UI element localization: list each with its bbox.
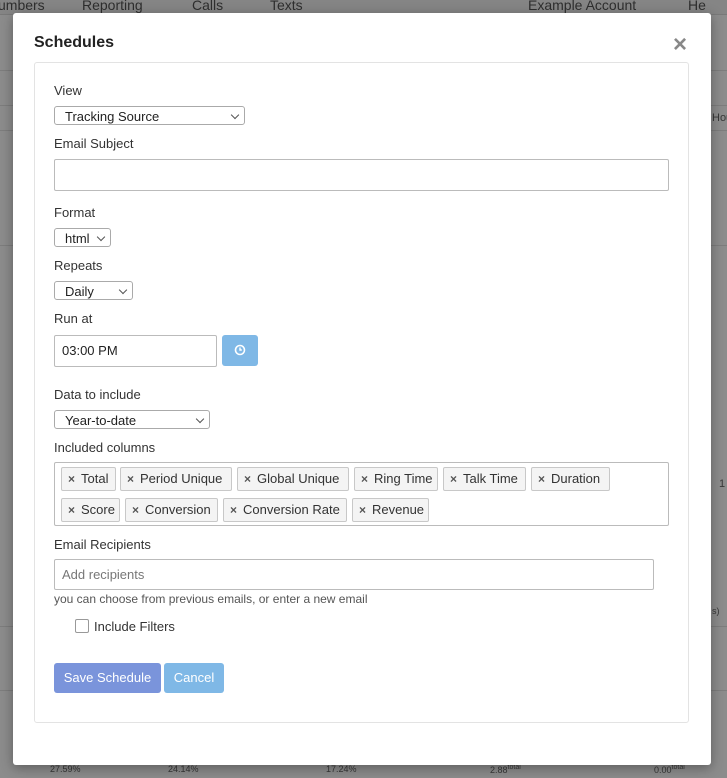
tag-label: Total xyxy=(81,471,109,486)
remove-tag-icon[interactable]: × xyxy=(68,468,75,490)
tag-label: Revenue xyxy=(372,502,425,517)
include-filters-checkbox[interactable] xyxy=(75,619,89,633)
column-tag-ring-time: × Ring Time xyxy=(354,467,438,491)
tag-label: Global Unique xyxy=(257,471,340,486)
tag-label: Conversion Rate xyxy=(243,502,340,517)
chevron-down-icon xyxy=(195,414,205,424)
tag-label: Duration xyxy=(551,471,601,486)
repeats-select-value: Daily xyxy=(65,284,94,299)
email-recipients-placeholder: Add recipients xyxy=(62,567,145,582)
remove-tag-icon[interactable]: × xyxy=(244,468,251,490)
column-tag-conversion-rate: × Conversion Rate xyxy=(223,498,347,522)
run-at-label: Run at xyxy=(54,311,93,326)
remove-tag-icon[interactable]: × xyxy=(127,468,134,490)
modal-title: Schedules xyxy=(34,34,115,51)
column-tag-period-unique: × Period Unique xyxy=(120,467,232,491)
tag-label: Score xyxy=(81,502,115,517)
clock-icon xyxy=(234,344,246,356)
data-to-include-label: Data to include xyxy=(54,387,141,402)
remove-tag-icon[interactable]: × xyxy=(230,499,237,521)
column-tag-conversion: × Conversion xyxy=(125,498,218,522)
format-label: Format xyxy=(54,205,96,220)
column-tag-duration: × Duration xyxy=(531,467,610,491)
included-columns-label: Included columns xyxy=(54,440,156,455)
tag-label: Talk Time xyxy=(463,471,518,486)
column-tag-global-unique: × Global Unique xyxy=(237,467,349,491)
remove-tag-icon[interactable]: × xyxy=(361,468,368,490)
view-select[interactable]: Tracking Source xyxy=(54,106,245,125)
time-picker-button[interactable] xyxy=(222,335,258,366)
tag-label: Period Unique xyxy=(140,471,223,486)
chevron-down-icon xyxy=(118,285,128,295)
email-recipients-label: Email Recipients xyxy=(54,537,151,552)
remove-tag-icon[interactable]: × xyxy=(450,468,457,490)
column-tag-score: × Score xyxy=(61,498,120,522)
email-subject-input[interactable] xyxy=(54,159,669,191)
view-select-value: Tracking Source xyxy=(65,109,160,124)
column-tag-total: × Total xyxy=(61,467,116,491)
cancel-button[interactable]: Cancel xyxy=(164,663,224,693)
format-select[interactable]: html xyxy=(54,228,111,247)
data-to-include-value: Year-to-date xyxy=(65,413,137,428)
email-recipients-input[interactable]: Add recipients xyxy=(54,559,654,590)
tag-label: Ring Time xyxy=(374,471,433,486)
remove-tag-icon[interactable]: × xyxy=(132,499,139,521)
remove-tag-icon[interactable]: × xyxy=(68,499,75,521)
chevron-down-icon xyxy=(230,110,240,120)
run-at-value: 03:00 PM xyxy=(62,343,118,358)
column-tag-revenue: × Revenue xyxy=(352,498,429,522)
run-at-input[interactable]: 03:00 PM xyxy=(54,335,217,367)
repeats-select[interactable]: Daily xyxy=(54,281,133,300)
repeats-label: Repeats xyxy=(54,258,103,273)
remove-tag-icon[interactable]: × xyxy=(359,499,366,521)
column-tag-talk-time: × Talk Time xyxy=(443,467,526,491)
format-select-value: html xyxy=(65,231,90,246)
include-filters-label[interactable]: Include Filters xyxy=(94,619,175,634)
schedules-modal: Schedules × View Tracking Source Email S… xyxy=(13,13,711,765)
chevron-down-icon xyxy=(96,232,106,242)
email-recipients-help: you can choose from previous emails, or … xyxy=(54,592,368,606)
save-schedule-button[interactable]: Save Schedule xyxy=(54,663,161,693)
data-to-include-select[interactable]: Year-to-date xyxy=(54,410,210,429)
view-label: View xyxy=(54,83,82,98)
close-button[interactable]: × xyxy=(669,33,691,57)
email-subject-label: Email Subject xyxy=(54,136,134,151)
included-columns-input[interactable]: × Total × Period Unique × Global Unique × Ri… xyxy=(54,462,669,526)
tag-label: Conversion xyxy=(145,502,211,517)
schedule-form: View Tracking Source Email Subject Forma… xyxy=(34,62,689,723)
remove-tag-icon[interactable]: × xyxy=(538,468,545,490)
